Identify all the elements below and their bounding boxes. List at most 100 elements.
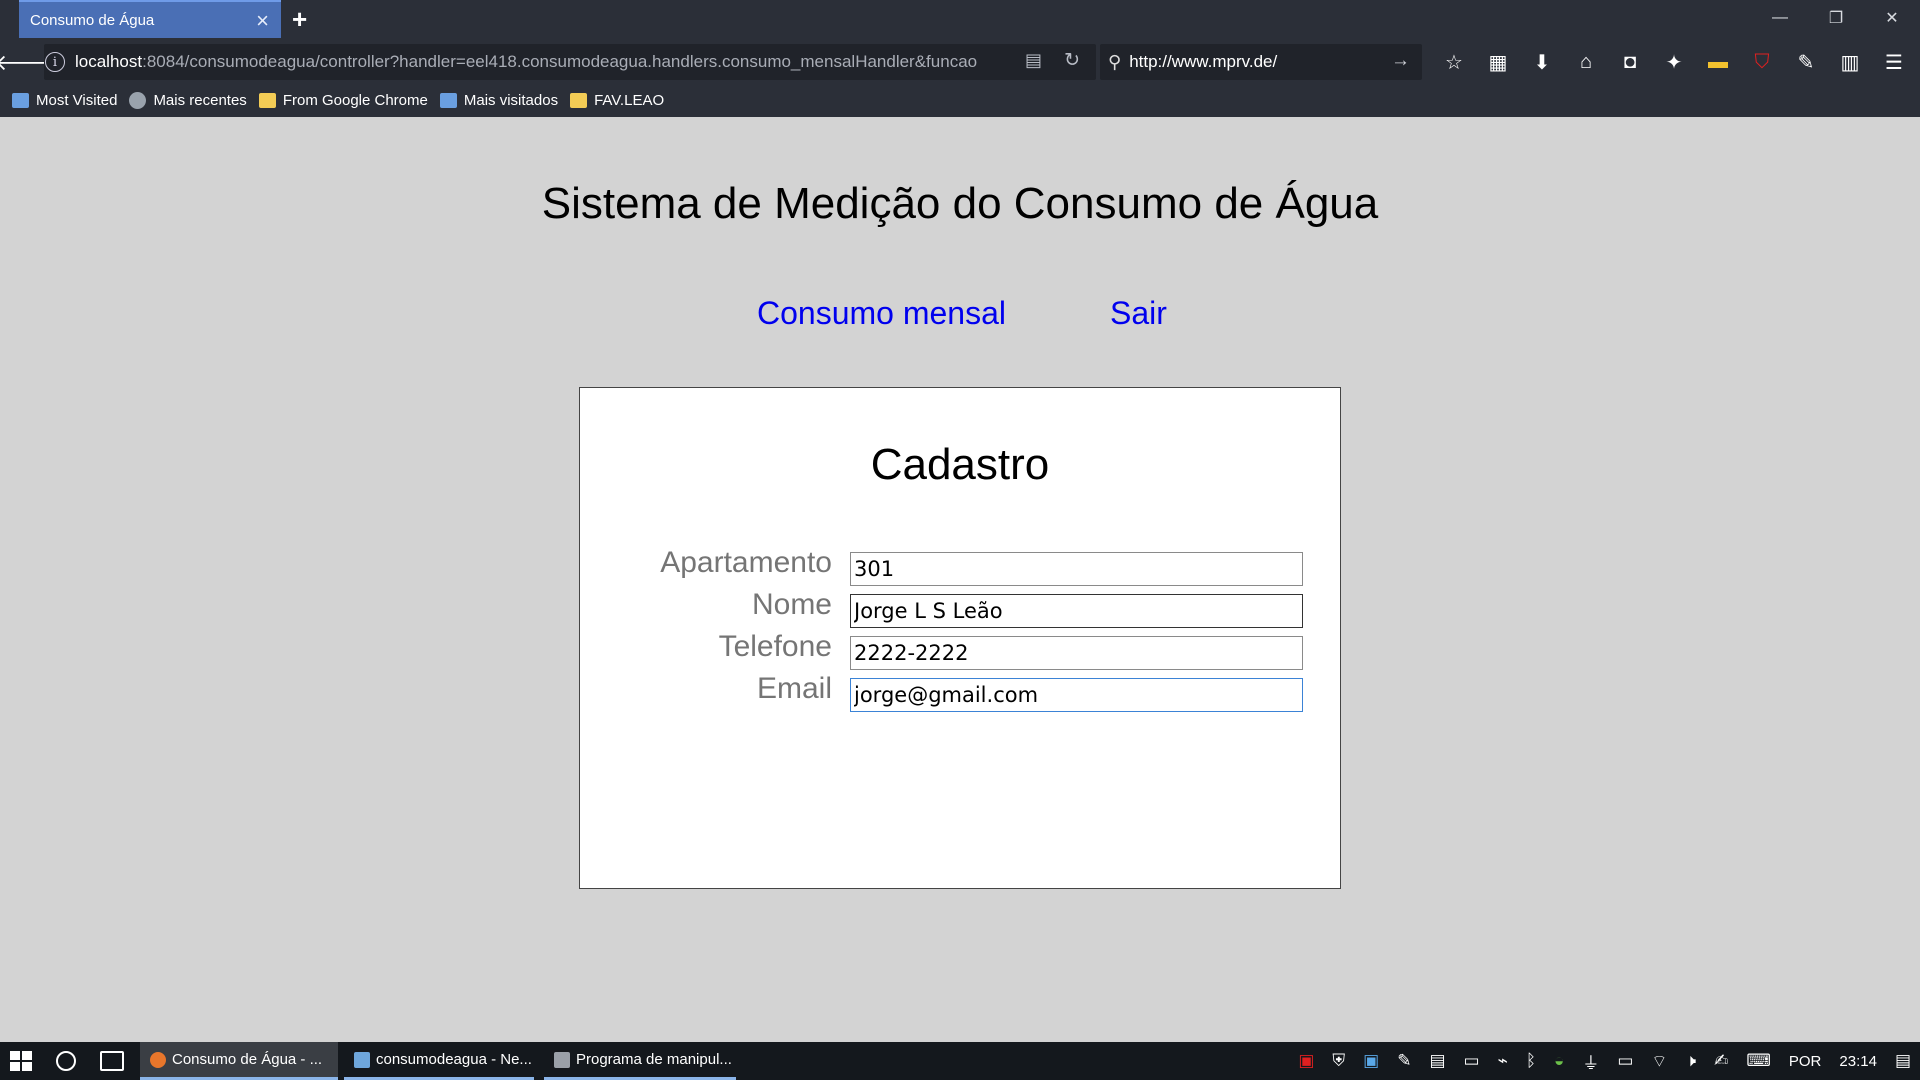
taskbar-item-netbeans[interactable]: consumodeagua - Ne... [344, 1042, 534, 1080]
bookmark-from-google-chrome[interactable]: From Google Chrome [258, 92, 428, 109]
wifi-icon[interactable]: ⌔ [1651, 1051, 1667, 1072]
menu-icon[interactable]: ☰ [1872, 50, 1916, 75]
defender-icon[interactable]: ⛨ [1332, 1051, 1345, 1071]
clock[interactable]: 23:14 [1839, 1053, 1877, 1070]
extension-yellow-icon[interactable]: ▬ [1696, 51, 1740, 74]
bookmark-folder-icon [439, 93, 457, 108]
url-host: localhost [75, 52, 143, 71]
browser-chrome: Consumo de Água × + — ❐ ✕ 🡐 i localhost:… [0, 0, 1920, 117]
taskbar-item-label: Consumo de Água - ... [172, 1051, 323, 1068]
bookmark-fav-leao[interactable]: FAV.LEAO [570, 92, 664, 109]
firefox-icon [150, 1051, 166, 1068]
sync-icon[interactable]: ◒ [1554, 1051, 1564, 1071]
app-icon[interactable]: ▣ [1363, 1051, 1379, 1071]
bookmark-star-icon[interactable]: ☆ [1432, 50, 1476, 75]
netbeans-icon [354, 1051, 370, 1068]
ink-workspace-icon[interactable]: ✍ [1714, 1051, 1728, 1071]
field-row-telefone: Telefone [580, 630, 1340, 670]
extension-icon[interactable]: ✦ [1652, 50, 1696, 75]
home-icon[interactable]: ⌂ [1564, 51, 1608, 74]
satellite-icon[interactable]: ⌁ [1498, 1051, 1508, 1071]
url-text[interactable]: localhost:8084/consumodeagua/controller?… [75, 52, 1010, 72]
nome-label: Nome [751, 588, 832, 621]
toolbar-icons: ☆ ▦ ⬇ ⌂ ◘ ✦ ▬ ⛉ ✎ ▥ ☰ [1432, 44, 1916, 80]
field-row-email: Email [580, 672, 1340, 712]
page-content: Sistema de Medição do Consumo de Água Co… [0, 117, 1920, 1042]
sair-link[interactable]: Sair [1110, 295, 1167, 332]
search-icon: ⚲ [1108, 51, 1122, 72]
taskbar-item-firefox[interactable]: Consumo de Água - ... [140, 1042, 338, 1080]
sidebar-icon[interactable]: ▥ [1828, 50, 1872, 75]
notifications-icon[interactable]: ▤ [1895, 1051, 1911, 1071]
bookmark-label: Most Visited [36, 92, 118, 109]
lock-icon[interactable]: ▤ [1429, 1051, 1445, 1071]
bookmark-most-visited[interactable]: Most Visited [12, 92, 117, 109]
usb-icon[interactable]: ⏚ [1582, 1049, 1599, 1074]
page-title: Sistema de Medição do Consumo de Água [541, 179, 1379, 228]
cadastro-form: Cadastro Apartamento Nome Telefone Email [579, 387, 1341, 889]
folder-icon [258, 93, 276, 108]
pen-icon[interactable]: ✎ [1784, 50, 1828, 75]
window-close-icon[interactable]: ✕ [1864, 0, 1920, 36]
back-arrow-icon[interactable]: 🡐 [0, 49, 54, 77]
taskbar-item-label: Programa de manipul... [576, 1051, 732, 1068]
info-icon[interactable]: i [45, 52, 65, 72]
language-indicator[interactable]: POR [1789, 1053, 1822, 1070]
field-row-nome: Nome [580, 588, 1340, 628]
form-title: Cadastro [870, 440, 1050, 489]
taskbar-item-programa[interactable]: Programa de manipul... [544, 1042, 736, 1080]
folder-icon [570, 93, 588, 108]
email-input[interactable] [850, 678, 1303, 712]
nav-bar: 🡐 i localhost:8084/consumodeagua/control… [0, 40, 1920, 84]
url-path: :8084/consumodeagua/controller?handler=e… [142, 52, 978, 71]
reload-icon[interactable]: ↻ [1064, 49, 1080, 72]
restore-icon[interactable]: ❐ [1808, 0, 1864, 36]
pen-tool-icon[interactable]: ✎ [1397, 1051, 1411, 1071]
arrow-right-icon[interactable]: → [1391, 50, 1410, 72]
telefone-input[interactable] [850, 636, 1303, 670]
image-editor-icon [554, 1051, 570, 1068]
nome-input[interactable] [850, 594, 1303, 628]
consumo-mensal-link[interactable]: Consumo mensal [757, 295, 1006, 332]
window-controls: — ❐ ✕ [1752, 0, 1920, 36]
keyboard-icon[interactable]: ⌨ [1746, 1051, 1771, 1071]
bookmarks-bar: Most Visited Mais recentes From Google C… [0, 84, 1920, 117]
system-tray: ▣ ⛨ ▣ ✎ ▤ ▭ ⌁ ᛒ ◒ ⏚ ▭ ⌔ 🕨 ✍ ⌨ POR 23:14 … [1289, 1042, 1920, 1080]
acrobat-icon[interactable]: ▣ [1298, 1051, 1314, 1071]
battery-icon[interactable]: ▭ [1617, 1051, 1633, 1071]
pocket-icon[interactable]: ◘ [1608, 51, 1652, 74]
bookmark-mais-recentes[interactable]: Mais recentes [129, 92, 247, 109]
library-icon[interactable]: ▦ [1476, 50, 1520, 75]
bookmark-label: Mais recentes [153, 92, 247, 109]
bookmark-mais-visitados[interactable]: Mais visitados [439, 92, 559, 109]
email-label: Email [756, 672, 832, 705]
new-tab-icon[interactable]: + [292, 4, 307, 35]
apartamento-input[interactable] [850, 552, 1303, 586]
bookmark-label: Mais visitados [463, 92, 559, 109]
tab-consumo-de-agua[interactable]: Consumo de Água × [19, 0, 281, 38]
shield-icon[interactable]: ⛉ [1740, 51, 1784, 74]
bookmark-label: From Google Chrome [282, 92, 428, 109]
windows-start-icon[interactable] [10, 1051, 32, 1071]
taskbar: Consumo de Água - ... consumodeagua - Ne… [0, 1042, 1920, 1080]
reader-view-icon[interactable]: ▤ [1025, 50, 1042, 71]
globe-icon [129, 92, 147, 109]
close-icon[interactable]: × [256, 8, 269, 34]
bluetooth-icon[interactable]: ᛒ [1526, 1051, 1536, 1071]
field-row-apartamento: Apartamento [580, 546, 1340, 586]
download-icon[interactable]: ⬇ [1520, 50, 1564, 75]
taskbar-item-label: consumodeagua - Ne... [376, 1051, 532, 1068]
device-icon[interactable]: ▭ [1464, 1051, 1480, 1071]
minimize-icon[interactable]: — [1752, 0, 1808, 36]
bookmark-folder-icon [12, 93, 29, 108]
search-bar[interactable]: ⚲ http://www.mprv.de/ → [1100, 44, 1422, 80]
search-input[interactable]: http://www.mprv.de/ [1129, 52, 1277, 72]
apartamento-label: Apartamento [660, 546, 832, 579]
telefone-label: Telefone [718, 630, 832, 663]
cortana-icon[interactable] [56, 1051, 76, 1071]
tab-strip: Consumo de Água × + — ❐ ✕ [0, 0, 1920, 40]
task-view-icon[interactable] [100, 1051, 124, 1071]
volume-muted-icon[interactable]: 🕨 [1685, 1051, 1696, 1071]
tab-title: Consumo de Água [30, 11, 155, 29]
url-bar[interactable]: i localhost:8084/consumodeagua/controlle… [44, 44, 1096, 80]
